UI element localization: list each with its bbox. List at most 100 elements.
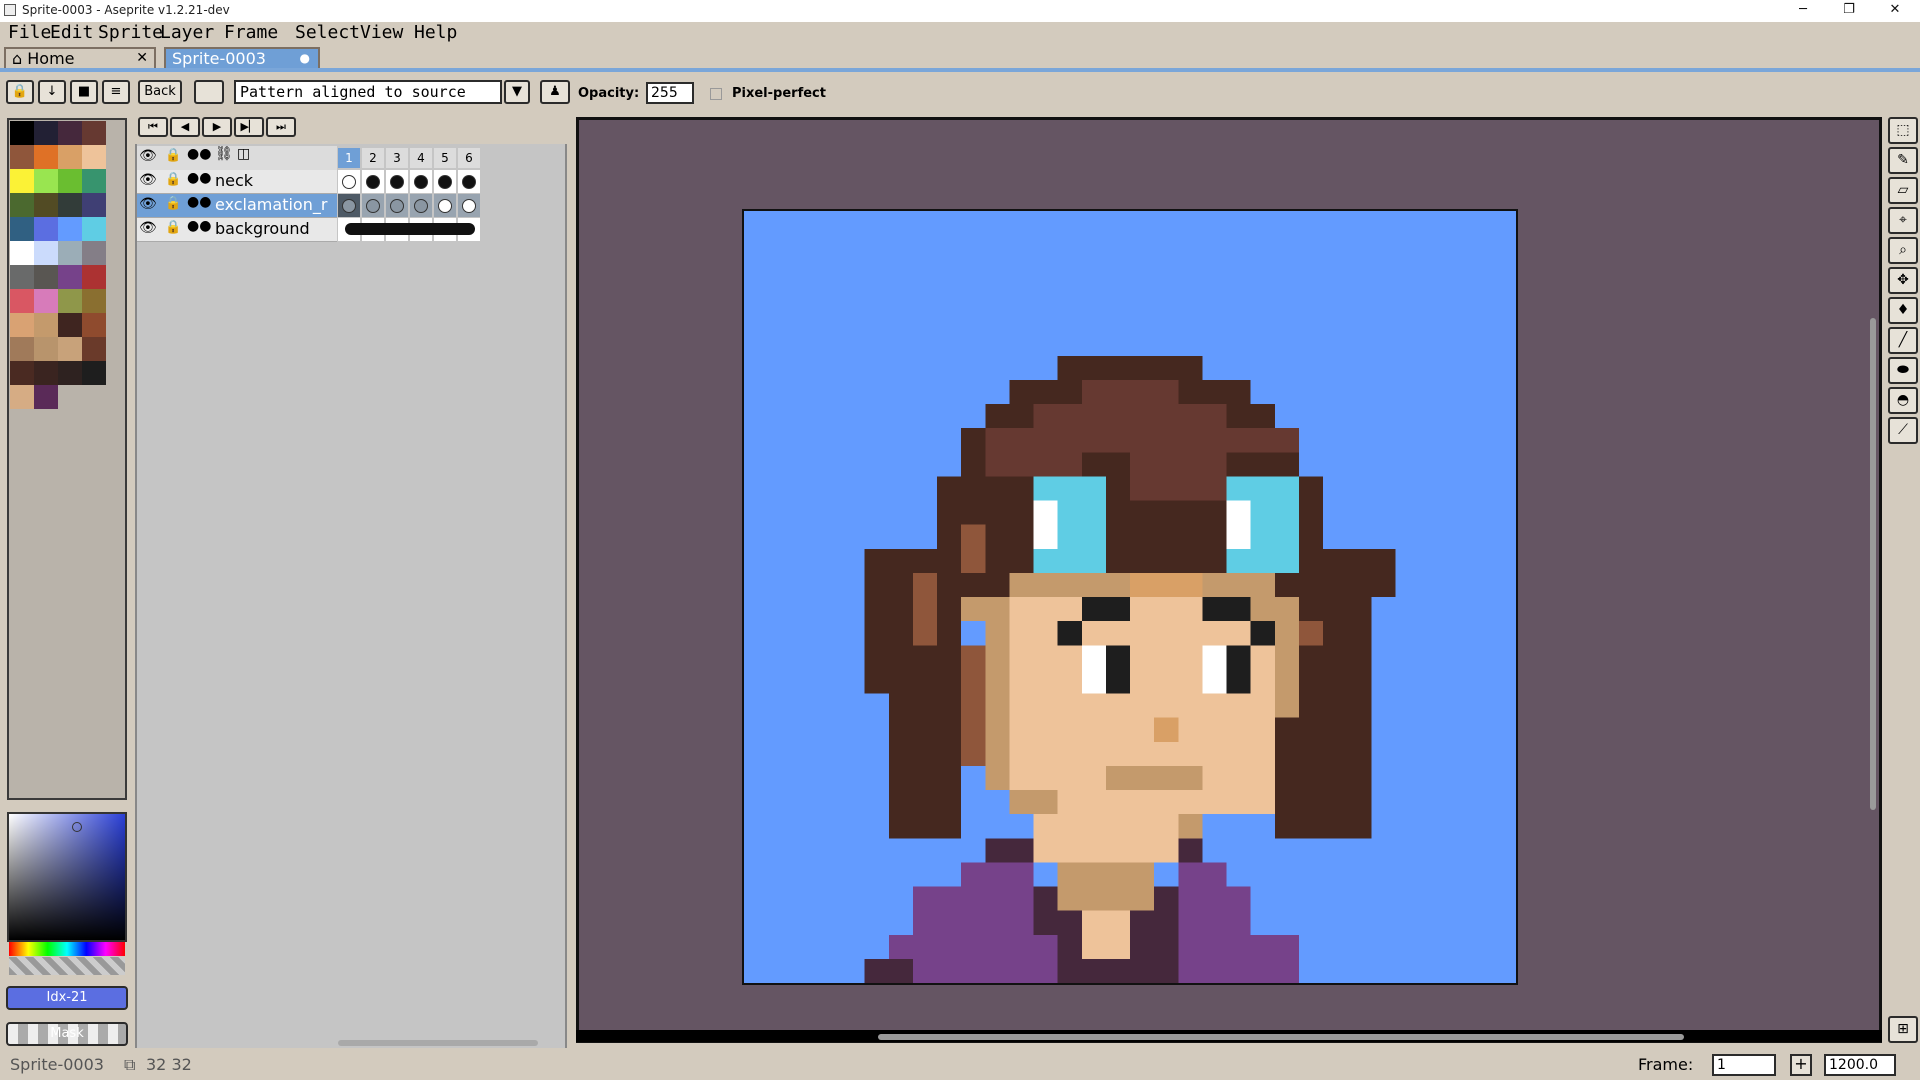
palette-swatch[interactable] (34, 313, 58, 337)
layer-name[interactable]: background (215, 219, 335, 238)
layer-info[interactable]: 👁 🔒 ●● neck (137, 170, 337, 194)
palette-swatch[interactable] (34, 217, 58, 241)
chevron-down-icon[interactable]: ▼ (504, 80, 530, 104)
palette-swatch[interactable] (58, 289, 82, 313)
palette-swatch[interactable] (34, 385, 58, 409)
ink-icon[interactable]: ♟ (540, 80, 570, 104)
palette-swatch[interactable] (82, 217, 106, 241)
menu-frame[interactable]: Frame (224, 22, 278, 44)
pencil-icon[interactable]: ✎ (1888, 147, 1918, 174)
eye-icon[interactable]: 👁 (139, 220, 157, 236)
frame-cel[interactable] (338, 194, 360, 217)
lock-icon[interactable]: 🔒 (165, 220, 181, 235)
sprite-canvas[interactable] (742, 209, 1518, 985)
first-frame-icon[interactable]: ⏮ (138, 117, 168, 137)
pixel-perfect-checkbox[interactable] (710, 88, 722, 100)
palette-swatch[interactable] (82, 313, 106, 337)
frame-cel[interactable] (386, 170, 408, 193)
palette-swatch[interactable] (10, 337, 34, 361)
last-frame-icon[interactable]: ⏭ (266, 117, 296, 137)
palette-swatch[interactable] (10, 385, 34, 409)
menu-icon[interactable]: ≡ (102, 80, 130, 104)
marquee-icon[interactable]: ⬚ (1888, 117, 1918, 144)
alpha-slider[interactable] (9, 957, 125, 975)
eye-icon[interactable]: 👁 (139, 148, 157, 164)
palette-swatch[interactable] (58, 169, 82, 193)
line-icon[interactable]: ╱ (1888, 327, 1918, 354)
palette-swatch[interactable] (34, 241, 58, 265)
palette-swatch[interactable] (10, 265, 34, 289)
frame-cel[interactable] (458, 170, 480, 193)
palette-swatch[interactable] (58, 313, 82, 337)
palette-swatch[interactable] (10, 361, 34, 385)
palette-swatch[interactable] (34, 337, 58, 361)
timeline-scrollbar[interactable] (338, 1040, 538, 1046)
frame-cel[interactable] (410, 170, 432, 193)
next-frame-icon[interactable]: ▶▏ (234, 117, 264, 137)
palette-swatch[interactable] (82, 337, 106, 361)
palette-swatch[interactable] (82, 241, 106, 265)
palette-swatch[interactable] (82, 265, 106, 289)
minimize-button[interactable]: ─ (1780, 0, 1826, 22)
layer-name[interactable]: neck (215, 171, 335, 190)
eye-icon[interactable]: 👁 (139, 172, 157, 188)
palette-swatch[interactable] (34, 145, 58, 169)
zoom-input[interactable]: 1200.0 (1824, 1054, 1896, 1076)
palette-swatch[interactable] (58, 193, 82, 217)
eyedropper-icon[interactable]: ⌖ (1888, 207, 1918, 234)
palette-swatch[interactable] (34, 193, 58, 217)
lock-icon[interactable]: 🔒 (165, 148, 181, 163)
menu-sprite[interactable]: Sprite (98, 22, 163, 44)
editor-vscroll-thumb[interactable] (1870, 318, 1876, 810)
layer-name[interactable]: exclamation_r (215, 195, 335, 214)
palette-swatch[interactable] (82, 169, 106, 193)
continuous-icon[interactable]: ●● (187, 170, 211, 186)
back-button[interactable]: Back (138, 80, 182, 104)
frame-header-cell[interactable]: 4 (410, 148, 432, 168)
palette-swatch[interactable] (10, 169, 34, 193)
palette-swatch[interactable] (58, 337, 82, 361)
eye-icon[interactable]: 👁 (139, 196, 157, 212)
palette-swatch[interactable] (82, 193, 106, 217)
lock-icon[interactable]: 🔒 (165, 196, 181, 211)
color-spectrum[interactable] (7, 812, 127, 942)
palette-swatch[interactable] (58, 145, 82, 169)
maximize-button[interactable]: ❐ (1826, 0, 1872, 22)
tab-close-icon[interactable]: ✕ (136, 49, 148, 68)
layer-row[interactable]: 👁 🔒 ●● background (137, 218, 481, 242)
palette-swatch[interactable] (58, 361, 82, 385)
tab-sprite[interactable]: Sprite-0003 ● (164, 47, 320, 69)
square-icon[interactable]: ■ (70, 80, 98, 104)
link-icon[interactable]: ⛓ (215, 146, 233, 162)
palette-swatch[interactable] (10, 313, 34, 337)
frame-cel[interactable] (458, 194, 480, 217)
one-to-one-icon[interactable]: ⊞ (1888, 1016, 1918, 1043)
hue-slider[interactable] (9, 942, 125, 956)
palette-swatch[interactable] (82, 289, 106, 313)
tab-modified-dot[interactable]: ● (300, 49, 310, 68)
menu-help[interactable]: Help (414, 22, 457, 44)
palette-swatch[interactable] (34, 121, 58, 145)
palette-swatch[interactable] (10, 193, 34, 217)
color-picker-handle[interactable] (72, 822, 82, 832)
lock-icon[interactable]: 🔒 (6, 80, 34, 104)
frame-header-cell[interactable]: 1 (338, 148, 360, 168)
onion-skin-icon[interactable]: ◫ (237, 146, 250, 162)
palette-swatch[interactable] (10, 241, 34, 265)
lock-icon[interactable]: 🔒 (165, 172, 181, 187)
menu-select[interactable]: Select (295, 22, 360, 44)
paint-bucket-icon[interactable]: ♦ (1888, 297, 1918, 324)
contour-icon[interactable]: ◓ (1888, 387, 1918, 414)
frame-cel[interactable] (410, 194, 432, 217)
ellipse-icon[interactable]: ⬬ (1888, 357, 1918, 384)
palette-swatch[interactable] (10, 121, 34, 145)
continuous-icon[interactable]: ●● (187, 218, 211, 234)
frame-header-cell[interactable]: 2 (362, 148, 384, 168)
palette-swatch[interactable] (82, 361, 106, 385)
opacity-input[interactable]: 255 (646, 82, 694, 104)
close-window-button[interactable]: ✕ (1872, 0, 1918, 22)
editor-hscroll-thumb[interactable] (878, 1034, 1684, 1040)
palette-swatch[interactable] (82, 121, 106, 145)
menu-layer[interactable]: Layer (160, 22, 214, 44)
add-frame-icon[interactable]: + (1790, 1054, 1812, 1076)
